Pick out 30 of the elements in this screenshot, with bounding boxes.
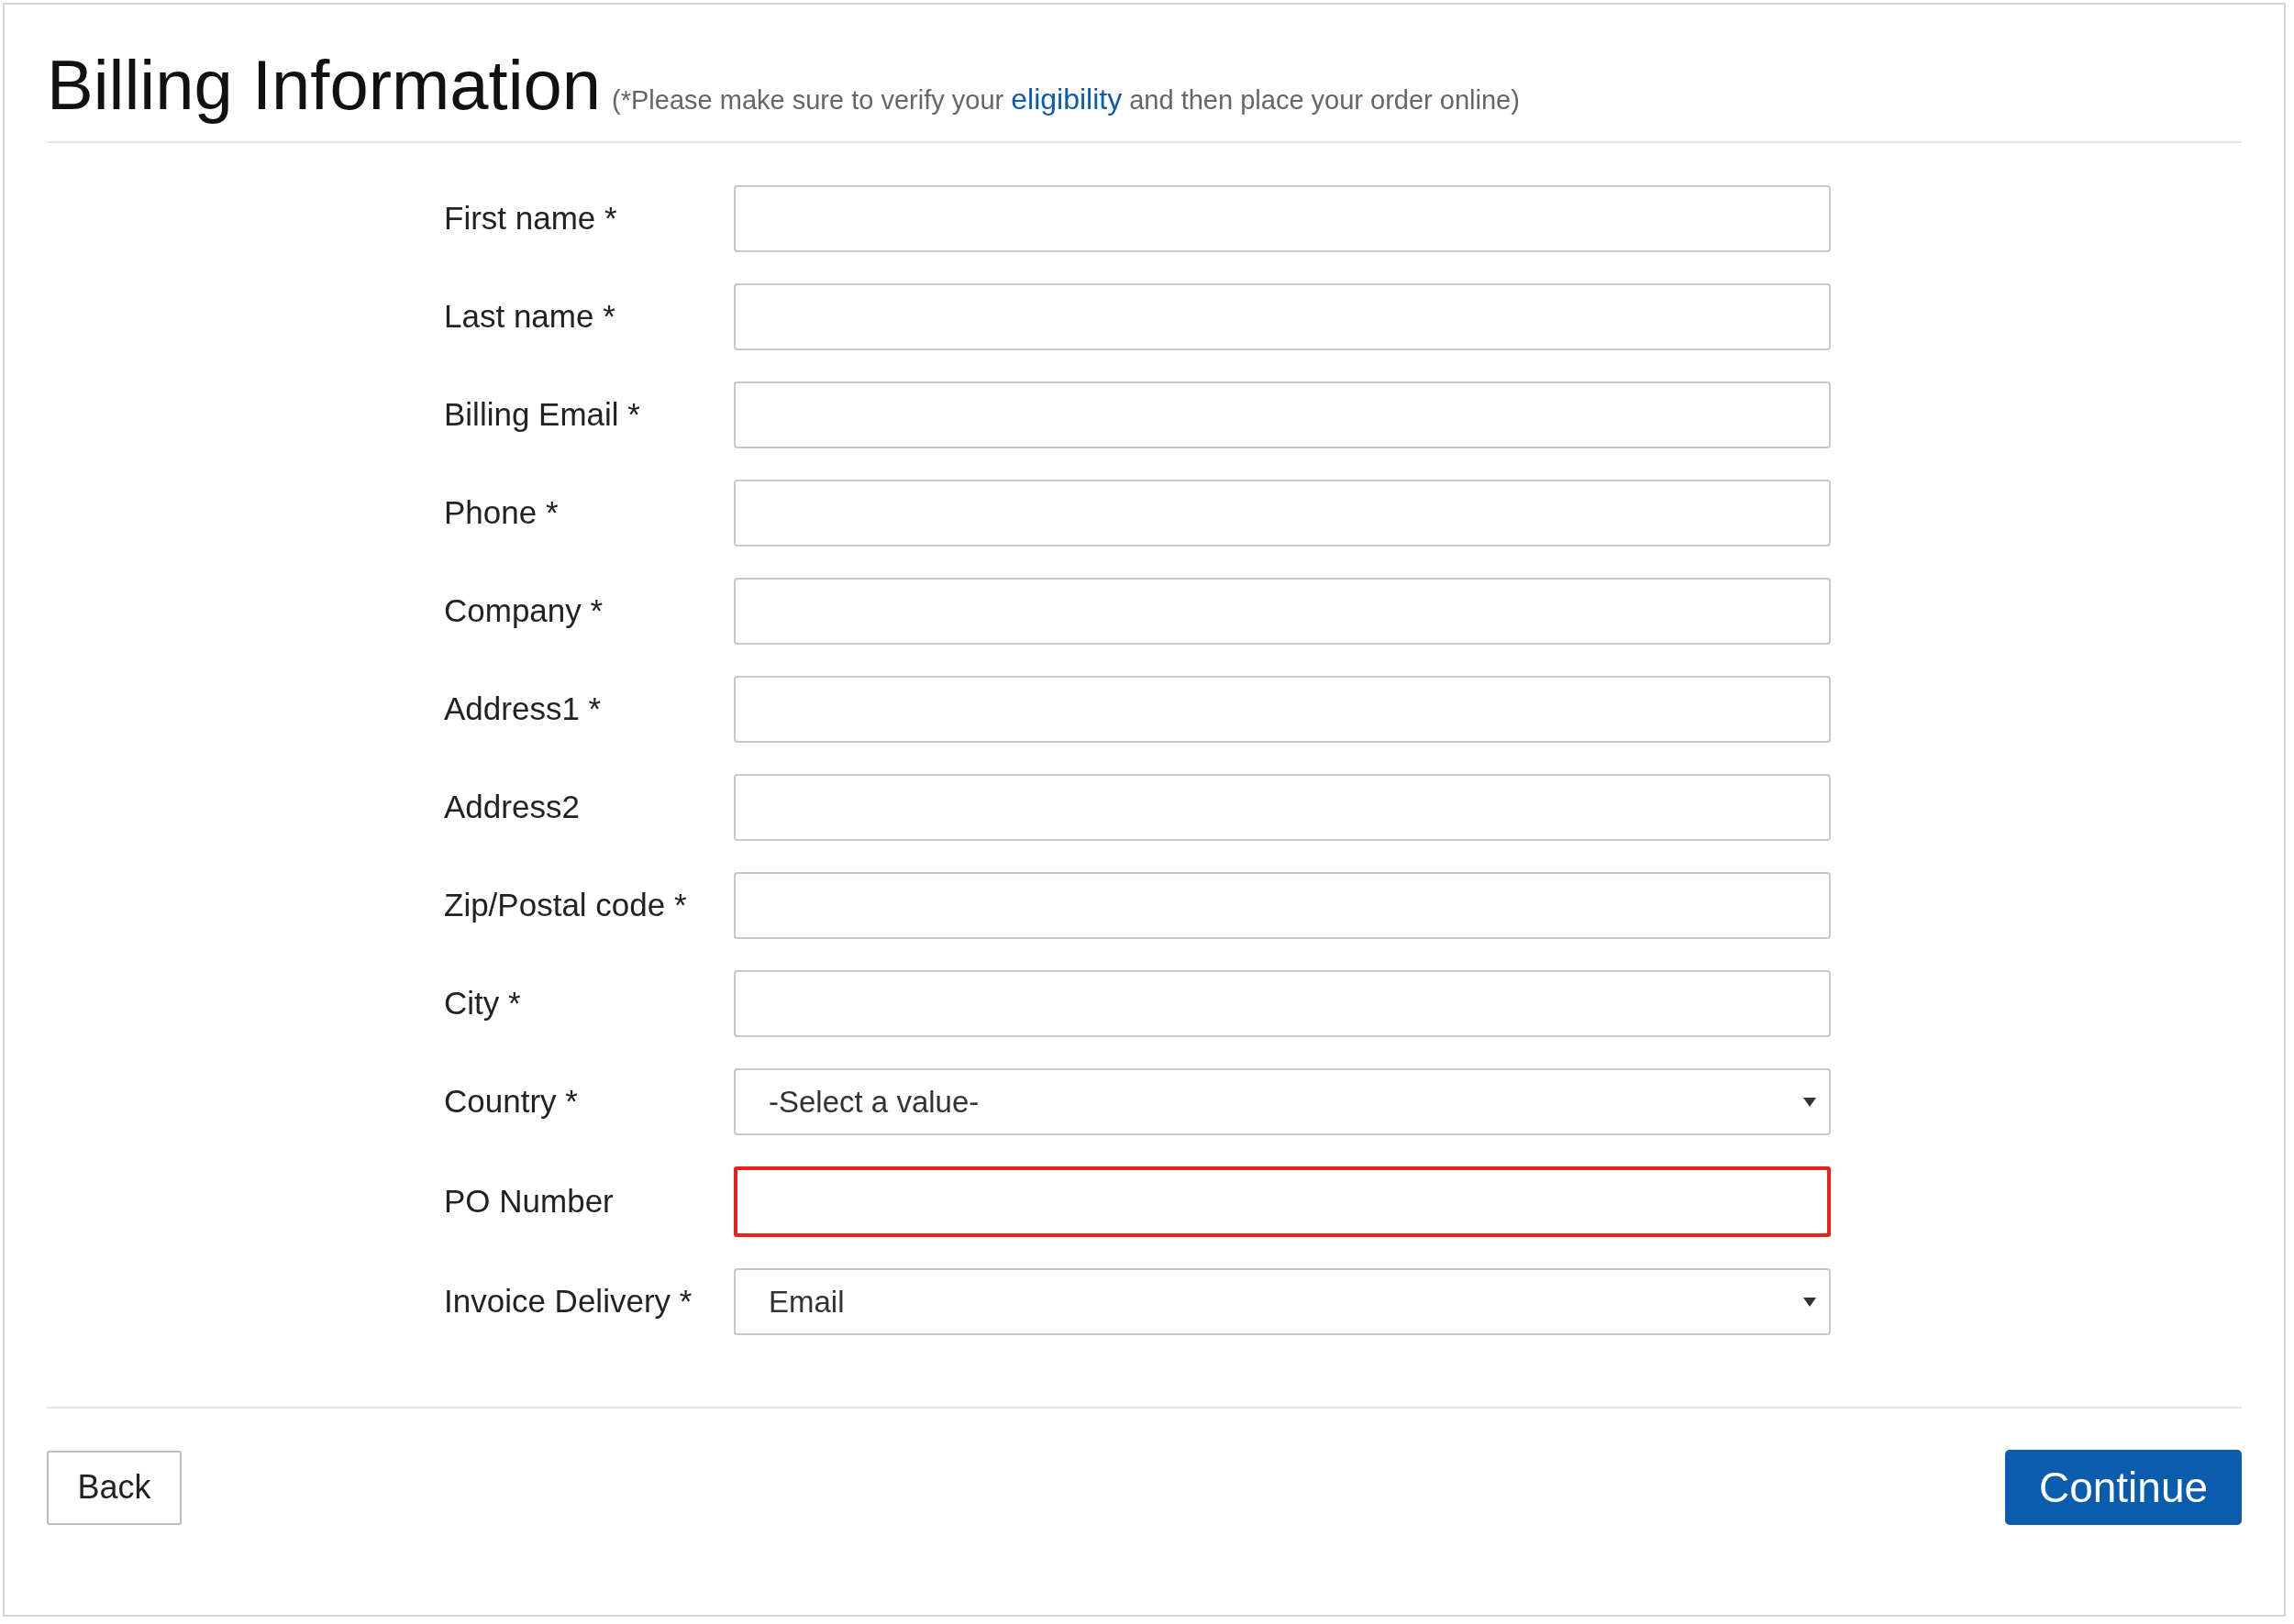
input-field[interactable] [734,283,1831,350]
field-label: Country * [444,1082,579,1121]
select-field[interactable]: -Select a value- [734,1068,1831,1135]
field-label: Company * [444,591,604,631]
back-button[interactable]: Back [47,1450,182,1525]
field-label: Last name * [444,297,616,337]
field-label: Address1 * [444,690,603,729]
input-field[interactable] [734,774,1831,841]
dropdown-caret-icon [1803,1297,1816,1307]
input-field[interactable] [734,970,1831,1037]
field-label: City * [444,984,522,1023]
input-field[interactable] [734,480,1831,547]
eligibility-link[interactable]: eligibility [1011,83,1123,116]
field-label: Zip/Postal code * [444,886,688,925]
input-field[interactable] [734,1166,1831,1237]
eligibility-note: (*Please make sure to verify your eligibility and then place your order online) [612,82,1520,117]
dropdown-caret-icon [1803,1097,1816,1107]
input-field[interactable] [734,185,1831,252]
input-field[interactable] [734,381,1831,448]
select-field[interactable]: Email [734,1268,1831,1335]
field-label: Billing Email * [444,395,641,435]
field-label: Phone * [444,493,560,533]
continue-button[interactable]: Continue [2005,1450,2242,1525]
input-field[interactable] [734,676,1831,743]
input-field[interactable] [734,872,1831,939]
field-label: First name * [444,199,618,238]
input-field[interactable] [734,578,1831,645]
field-label: Invoice Delivery * [444,1282,693,1321]
field-label: Address2 [444,788,581,827]
field-label: PO Number [444,1182,615,1221]
